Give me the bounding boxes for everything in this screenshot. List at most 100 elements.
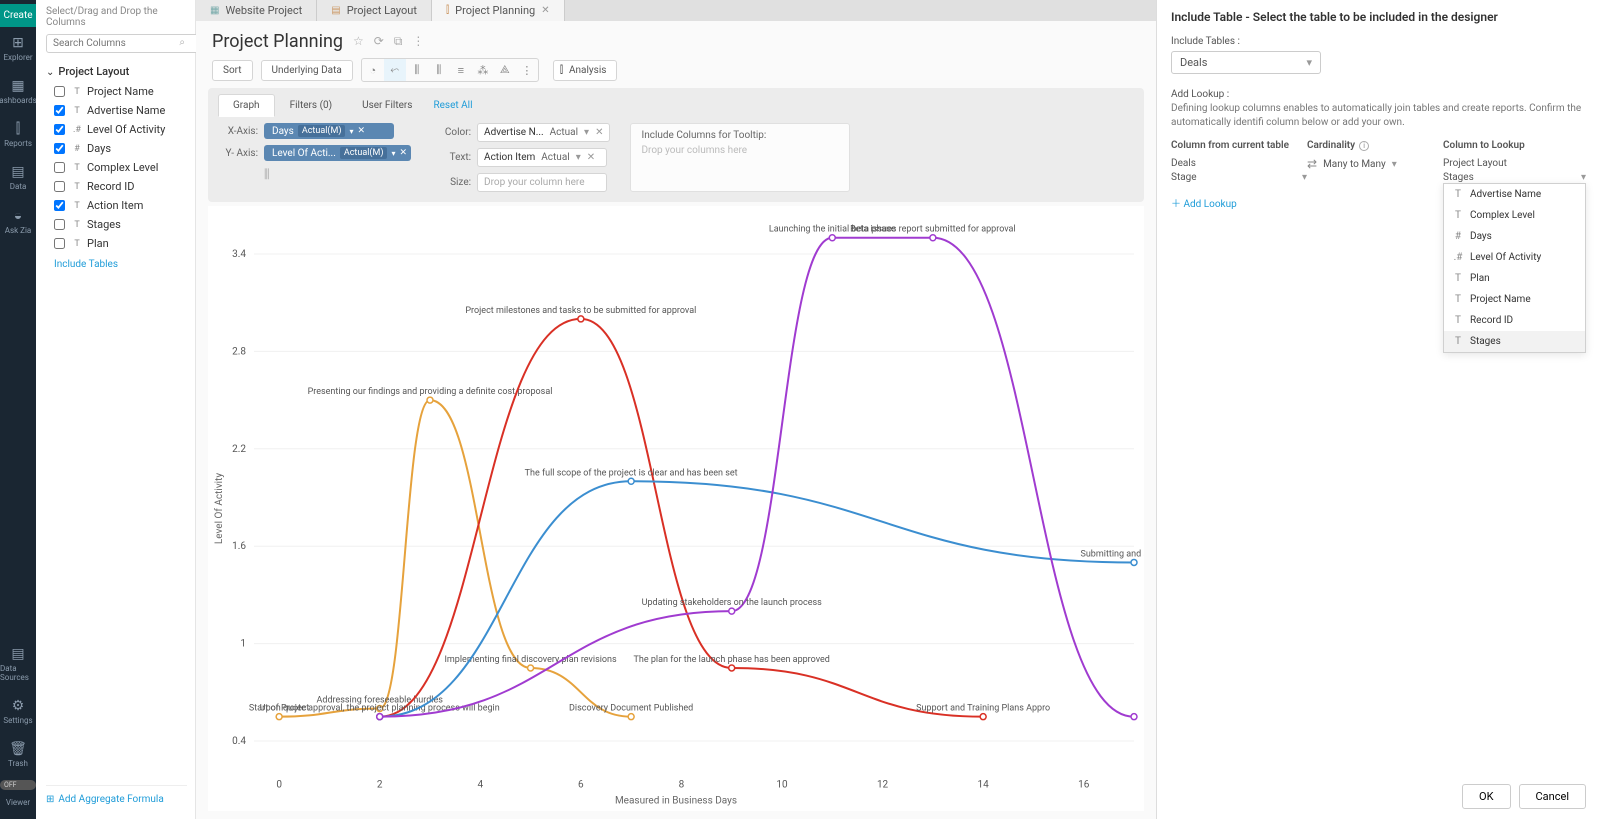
star-icon[interactable]: ☆ — [353, 34, 364, 49]
rail-item-data-sources[interactable]: ▤Data Sources — [0, 638, 36, 690]
column-checkbox[interactable] — [54, 238, 65, 249]
sort-button[interactable]: Sort — [212, 60, 253, 81]
info-icon[interactable]: i — [1359, 141, 1369, 151]
kebab-icon[interactable]: ⋮ — [412, 34, 424, 49]
svg-text:3.4: 3.4 — [232, 249, 246, 260]
chart-type-line-icon[interactable]: ⬿ — [384, 59, 406, 81]
axis-multi-icon[interactable]: ⫼ — [264, 167, 270, 182]
svg-text:2: 2 — [377, 780, 383, 791]
lookup-option[interactable]: TProject Name — [1444, 289, 1585, 310]
reload-icon[interactable]: ⟳ — [374, 34, 384, 49]
svg-text:6: 6 — [578, 780, 584, 791]
cancel-button[interactable]: Cancel — [1519, 784, 1586, 809]
analysis-button[interactable]: ⫿ Analysis — [553, 60, 618, 81]
rail-item-settings[interactable]: ⚙Settings — [0, 690, 36, 733]
column-checkbox[interactable] — [54, 105, 65, 116]
tab-label: Project Layout — [347, 4, 417, 17]
svg-text:0.4: 0.4 — [232, 736, 246, 747]
rail-item-ask zia[interactable]: ◒Ask Zia — [0, 199, 37, 243]
size-dropzone[interactable]: Drop your column here — [477, 173, 607, 192]
columns-panel: Select/Drag and Drop the Columns ⌕ ⟳ ⋮ P… — [36, 0, 196, 819]
tooltip-config[interactable]: Include Columns for Tooltip: Drop your c… — [630, 123, 850, 192]
tab-project-planning[interactable]: ⫿ Project Planning ✕ — [432, 0, 565, 21]
yaxis-remove-icon[interactable]: ✕ — [400, 148, 408, 158]
svg-text:Submitting and sharing lau: Submitting and sharing lau — [1081, 549, 1145, 559]
column-item[interactable]: .# Level Of Activity — [46, 120, 187, 139]
column-item[interactable]: T Complex Level — [46, 158, 187, 177]
ok-button[interactable]: OK — [1462, 784, 1510, 809]
svg-text:4: 4 — [477, 780, 483, 791]
chart-svg: 0.411.62.22.83.40246810121416Measured in… — [208, 206, 1144, 811]
config-tab-filters[interactable]: Filters (0) — [275, 94, 348, 117]
include-tables-select[interactable]: Deals▾ — [1171, 51, 1321, 74]
column-checkbox[interactable] — [54, 162, 65, 173]
column-checkbox[interactable] — [54, 124, 65, 135]
lookup-help-text: Defining lookup columns enables to autom… — [1171, 102, 1586, 130]
lookup-column-select[interactable]: Project Layout Stages▾ — [1443, 157, 1586, 185]
text-dropzone[interactable]: Action Item Actual▾ ✕ — [477, 148, 607, 167]
yaxis-chip[interactable]: Level Of Acti... Actual(M)▾ ✕ — [264, 145, 411, 161]
text-remove-icon[interactable]: ✕ — [587, 152, 595, 163]
config-area: Graph Filters (0) User Filters Reset All… — [208, 88, 1144, 202]
svg-text:2.2: 2.2 — [232, 444, 246, 455]
rail-item-trash[interactable]: 🗑Trash — [0, 733, 36, 776]
column-checkbox[interactable] — [54, 86, 65, 97]
chart-type-area-icon[interactable]: ⟁ — [494, 59, 516, 81]
column-item[interactable]: T Advertise Name — [46, 101, 187, 120]
column-item[interactable]: T Record ID — [46, 177, 187, 196]
viewer-toggle[interactable]: OFF — [0, 780, 36, 790]
chart-type-scatter-icon[interactable]: ⁂ — [472, 59, 494, 81]
current-column-select[interactable]: Deals Stage▾ — [1171, 157, 1307, 185]
include-tables-link[interactable]: Include Tables — [54, 259, 187, 270]
rail-item-reports[interactable]: ⫿Reports — [0, 113, 37, 156]
svg-text:Measured in Business Days: Measured in Business Days — [615, 796, 737, 807]
reset-all-link[interactable]: Reset All — [433, 100, 472, 111]
tab-close-icon[interactable]: ✕ — [541, 5, 549, 16]
chart-type-pie-icon[interactable]: ◔ — [362, 59, 384, 81]
tab-project-layout[interactable]: ▤ Project Layout — [317, 0, 432, 21]
chart-type-bar-icon[interactable]: ⫼ — [406, 59, 428, 81]
column-item[interactable]: # Days — [46, 139, 187, 158]
rail-item-ashboards[interactable]: ▦ashboards — [0, 70, 37, 113]
svg-text:Beta issues report submitted f: Beta issues report submitted for approva… — [850, 225, 1016, 235]
column-checkbox[interactable] — [54, 219, 65, 230]
column-item[interactable]: T Plan — [46, 234, 187, 253]
color-remove-icon[interactable]: ✕ — [595, 127, 603, 138]
rail-viewer-label: Viewer — [0, 790, 36, 815]
xaxis-chip[interactable]: Days Actual(M)▾ ✕ — [264, 123, 394, 139]
chart-type-stacked-icon[interactable]: ⫼ — [428, 59, 450, 81]
create-button[interactable]: Create — [0, 4, 36, 27]
cardinality-select[interactable]: Many to Many — [1323, 159, 1386, 170]
column-checkbox[interactable] — [54, 181, 65, 192]
column-name: Stages — [87, 218, 121, 231]
rail-item-explorer[interactable]: ⊞Explorer — [0, 27, 37, 70]
yaxis-label: Y- Axis: — [218, 148, 258, 159]
column-checkbox[interactable] — [54, 200, 65, 211]
column-item[interactable]: T Project Name — [46, 82, 187, 101]
config-tab-userfilters[interactable]: User Filters — [347, 94, 427, 117]
underlying-data-button[interactable]: Underlying Data — [261, 60, 353, 81]
rail-item-data[interactable]: ▤Data — [0, 156, 37, 199]
lookup-option[interactable]: TStages — [1444, 331, 1585, 352]
config-tab-graph[interactable]: Graph — [218, 94, 275, 117]
lookup-option[interactable]: .#Level Of Activity — [1444, 247, 1585, 268]
column-name: Project Name — [87, 85, 154, 98]
column-item[interactable]: T Action Item — [46, 196, 187, 215]
column-checkbox[interactable] — [54, 143, 65, 154]
lookup-option[interactable]: TAdvertise Name — [1444, 184, 1585, 205]
lookup-option[interactable]: TRecord ID — [1444, 310, 1585, 331]
lookup-option[interactable]: #Days — [1444, 226, 1585, 247]
copy-icon[interactable]: ⧉ — [394, 34, 403, 49]
chart-type-more-icon[interactable]: ⋮ — [516, 59, 538, 81]
column-item[interactable]: T Stages — [46, 215, 187, 234]
col-current-header: Column from current table — [1171, 140, 1307, 151]
chart-area: 0.411.62.22.83.40246810121416Measured in… — [208, 206, 1144, 811]
color-dropzone[interactable]: Advertise N... Actual▾ ✕ — [477, 123, 610, 142]
lookup-option[interactable]: TComplex Level — [1444, 205, 1585, 226]
tab-website-project[interactable]: ▦ Website Project — [196, 0, 317, 21]
column-group-header[interactable]: Project Layout — [46, 65, 187, 78]
chart-type-hbar-icon[interactable]: ≡ — [450, 59, 472, 81]
lookup-option[interactable]: TPlan — [1444, 268, 1585, 289]
xaxis-remove-icon[interactable]: ✕ — [358, 126, 366, 136]
add-aggregate-link[interactable]: ⊞ Add Aggregate Formula — [46, 785, 187, 813]
